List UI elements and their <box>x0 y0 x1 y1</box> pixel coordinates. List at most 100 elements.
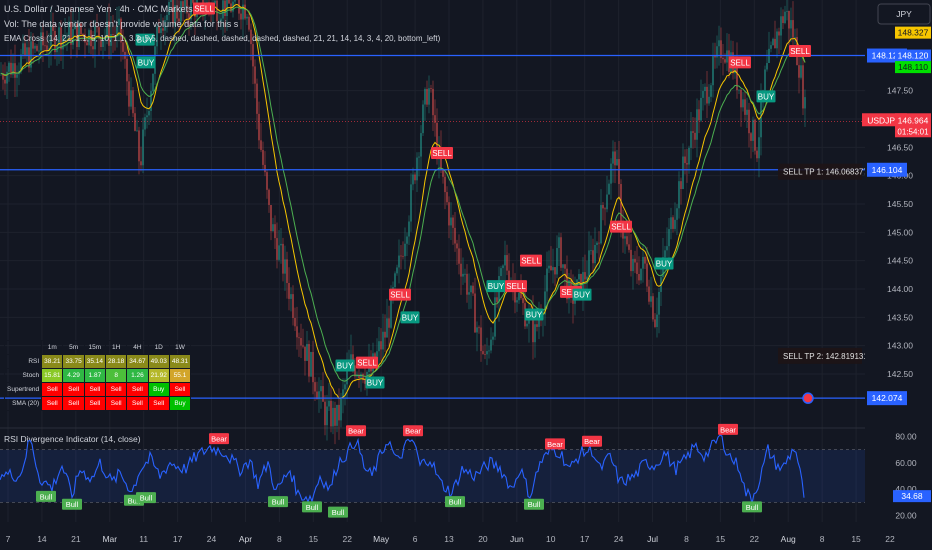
candle-body <box>784 11 786 24</box>
time-axis-tick: 11 <box>139 534 148 544</box>
time-axis-tick: 15 <box>716 534 726 544</box>
candle-body <box>458 248 460 264</box>
candle-body <box>666 246 668 251</box>
candle-body <box>34 45 36 49</box>
candle-body <box>44 45 46 47</box>
candle-body <box>710 85 712 97</box>
candle-body <box>378 341 380 352</box>
candle-body <box>670 217 672 230</box>
candle-body <box>684 156 686 164</box>
candle-body <box>608 183 610 195</box>
time-axis-tick: Apr <box>239 534 252 544</box>
candle-body <box>254 66 256 84</box>
candle-body <box>558 237 560 248</box>
candle-body <box>432 88 434 116</box>
candle-body <box>456 243 458 249</box>
price-axis-tick: 143.00 <box>887 341 913 351</box>
candle-body <box>788 10 790 29</box>
candle-body <box>402 255 404 257</box>
bull-divergence-label: Bull <box>40 492 53 501</box>
level-price-label: 146.104 <box>872 165 903 175</box>
candle-body <box>8 62 10 72</box>
candle-body <box>16 74 18 78</box>
table-row: SMA (20) Sell Sell Sell Sell Sell Sell Buy <box>3 396 192 411</box>
candle-body <box>288 282 290 299</box>
candle-body <box>394 273 396 288</box>
candle-body <box>474 293 476 333</box>
table-cell: Sell <box>83 396 107 411</box>
candle-body <box>610 163 612 184</box>
bull-divergence-label: Bull <box>332 508 345 517</box>
sell-signal-label: SELL <box>790 47 810 56</box>
candle-body <box>776 31 778 49</box>
candle-body <box>628 244 630 250</box>
candle-body <box>134 113 136 131</box>
time-axis-tick: 22 <box>342 534 352 544</box>
buy-signal-label: BUY <box>138 58 155 67</box>
table-row-label: RSI <box>3 354 43 369</box>
candle-body <box>754 119 756 151</box>
candle-body <box>744 99 746 115</box>
candle-body <box>478 327 480 329</box>
candle-body <box>344 384 346 390</box>
table-cell: 1.26 <box>126 368 149 383</box>
rsi-axis-tick: 20.00 <box>895 510 917 520</box>
candle-body <box>336 404 338 426</box>
rsi-band <box>0 449 865 503</box>
chart-canvas[interactable]: SELLBUYBUYSELLSELLBUYSELLBUYBUYSELLBUY SE… <box>0 0 932 550</box>
candle-body <box>500 268 502 277</box>
bear-divergence-label: Bear <box>584 437 600 446</box>
candle-body <box>26 47 28 56</box>
candle-body <box>342 389 344 398</box>
candle-body <box>152 73 154 92</box>
table-cell: 48.31 <box>168 354 192 369</box>
time-axis-tick: 22 <box>750 534 760 544</box>
candle-body <box>446 192 448 203</box>
candle-body <box>132 90 134 114</box>
candle-body <box>6 71 8 84</box>
candle-body <box>692 131 694 133</box>
candle-body <box>138 130 140 162</box>
candle-body <box>668 229 670 247</box>
candle-body <box>484 353 486 355</box>
table-row-label: Stoch <box>3 368 43 383</box>
table-cell: Sell <box>126 382 149 397</box>
current-price-label: 146.964 <box>898 115 929 125</box>
time-axis-tick: 6 <box>413 534 418 544</box>
time-axis-tick: Jul <box>647 534 658 544</box>
candle-body <box>764 69 766 91</box>
bear-divergence-label: Bear <box>720 425 736 434</box>
candle-body <box>28 47 30 68</box>
candle-body <box>802 65 804 109</box>
symbol-title[interactable]: U.S. Dollar / Japanese Yen · 4h · CMC Ma… <box>4 4 193 14</box>
candle-body <box>550 265 552 271</box>
candle-body <box>468 292 470 295</box>
table-cell: Sell <box>147 396 170 411</box>
candle-body <box>640 268 642 281</box>
candle-body <box>46 45 48 51</box>
candle-body <box>302 345 304 347</box>
candle-body <box>504 255 506 266</box>
table-column-header: 1m <box>41 340 64 355</box>
table-cell: Sell <box>83 382 107 397</box>
candle-body <box>694 132 696 140</box>
ema-cross-legend[interactable]: EMA Cross (14, 21, 1.1, 5, 10, 1.1, 3.3,… <box>4 34 440 43</box>
time-axis-tick: 15 <box>851 534 861 544</box>
volume-legend[interactable]: Vol: The data vendor doesn't provide vol… <box>4 19 238 29</box>
candle-body <box>464 273 466 275</box>
candle-body <box>600 205 602 244</box>
sell-signal-label: SELL <box>194 5 214 14</box>
time-axis-tick: 20 <box>478 534 488 544</box>
table-row: Stoch 15.81 4.29 1.87 8 1.26 21.92 55.1 <box>3 368 192 383</box>
candle-body <box>652 296 654 320</box>
candle-body <box>520 292 522 299</box>
candle-body <box>314 382 316 392</box>
candle-body <box>672 217 674 229</box>
price-axis-tick: 144.50 <box>887 256 913 266</box>
candle-body <box>428 88 430 105</box>
candle-body <box>686 163 688 165</box>
bull-divergence-label: Bull <box>140 494 153 503</box>
table-cell: 15.81 <box>41 368 64 383</box>
candle-body <box>466 273 468 295</box>
sell-signal-label: SELL <box>357 359 377 368</box>
